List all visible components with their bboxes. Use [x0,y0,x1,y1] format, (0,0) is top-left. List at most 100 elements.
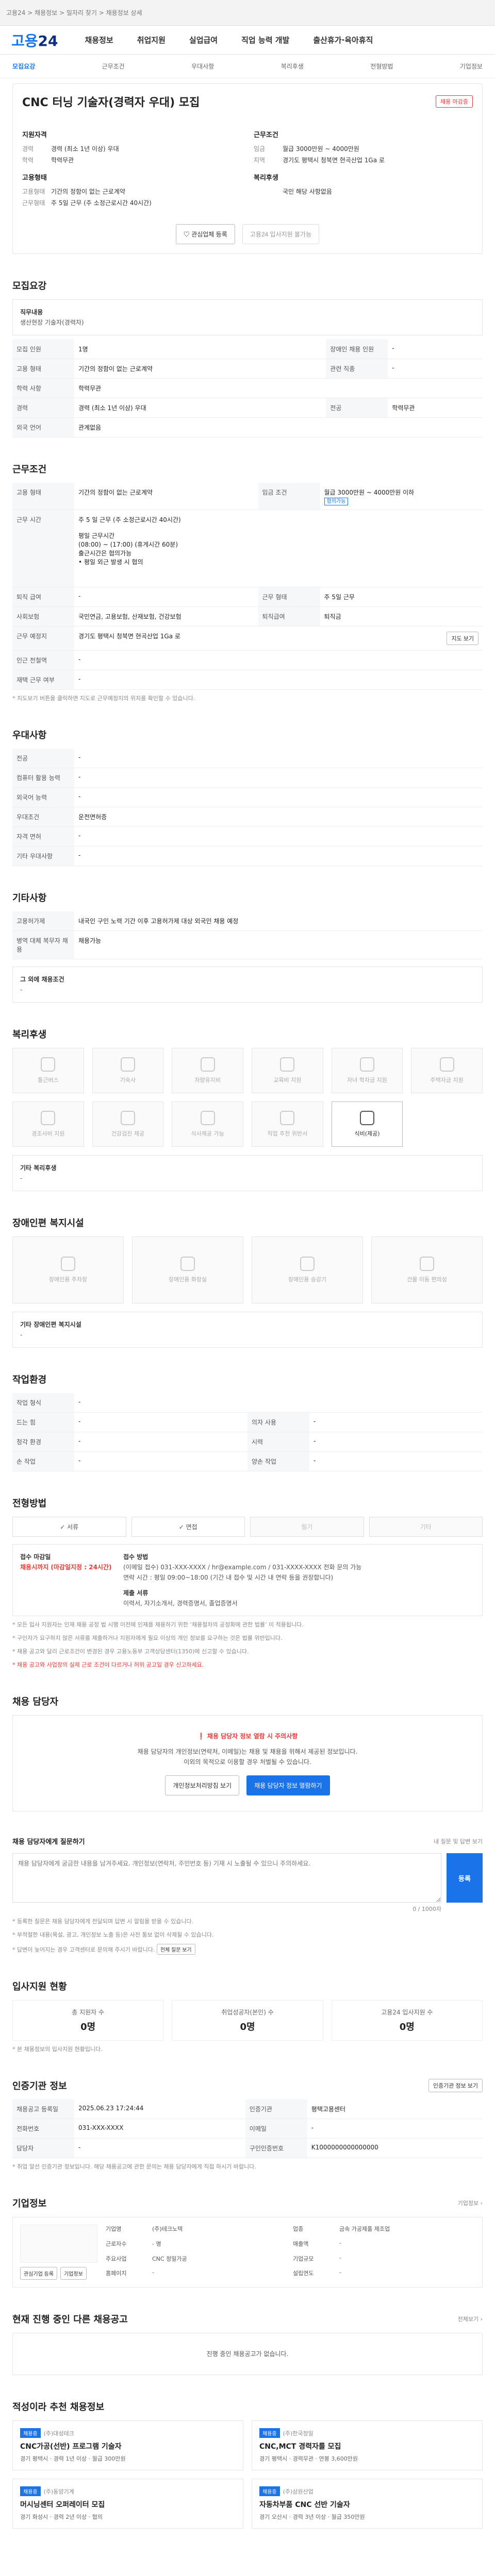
other-jobs-section: 현재 진행 중인 다른 채용공고 전체보기 › 진행 중인 채용공고가 없습니다… [12,2312,483,2375]
interest-button[interactable]: ♡ 관심업체 등록 [175,224,235,244]
company-section: 기업정보 기업정보 › 관심기업 등록 기업정보 기업명 (주)테크노텍 업종 금속… [12,2196,483,2287]
disability-item: 장애인용 화장실 [132,1236,243,1303]
dorm-icon [120,1057,135,1072]
recommend-card[interactable]: 채용중 (주)대성테크 CNC가공(선반) 프로그램 기술자 경기 평택시 · 경… [12,2420,243,2470]
company-logo [20,2225,97,2263]
apply-button[interactable]: 고용24 입사지원 불가능 [242,224,320,244]
site-logo[interactable]: 고용24 [11,30,58,50]
view-contact-button[interactable]: 채용 담당자 정보 열람하기 [246,1775,330,1795]
qna-section: 채용 담당자에게 질문하기 내 질문 및 답변 보기 등록 0 / 1000자 … [12,1836,483,1955]
preference-table: 전공 - 컴퓨터 활용 능력 - 외국어 능력 - 우대조건 운전면허증 자격 면허 - … [12,749,483,866]
interest-company-button[interactable]: 관심기업 등록 [20,2267,57,2280]
preference-section: 우대사항 전공 - 컴퓨터 활용 능력 - 외국어 능력 - 우대조건 운전면허증 자격… [12,728,483,866]
tab-company[interactable]: 기업정보 [460,62,483,71]
gnb-item-training[interactable]: 직업 능력 개발 [241,35,289,45]
education-icon [280,1057,295,1072]
method-other: 기타 [369,1517,483,1537]
recruit-section: 모집요강 직무내용 생산현장 기술자(경력자) 모집 인원 1명 장애인 채용 인원… [12,279,483,437]
welfare-item: 주택자금 지원 [411,1048,483,1093]
car-icon [200,1057,215,1072]
tab-preference[interactable]: 우대사항 [191,62,214,71]
recruit-table: 모집 인원 1명 장애인 채용 인원 - 고용 형태 기간의 정함이 없는 근로계약 관련… [12,340,483,437]
disability-item: 장애인용 승강기 [252,1236,363,1303]
tab-process[interactable]: 전형방법 [370,62,393,71]
disability-item: 건물 이동 편의성 [371,1236,483,1303]
building-icon [420,1257,434,1271]
gnb-item-leave[interactable]: 출산휴가·육아휴직 [313,35,373,45]
etc-section: 기타사항 고용허가제 내국인 구인 노력 기간 이후 고용허가제 대상 외국인 채… [12,891,483,1003]
method-interview: ✓ 면접 [131,1517,245,1537]
summary-left: 지원자격 경력 경력 (최소 1년 이상) 우대 학력 학력무관 고용형태 고용형태… [22,131,152,207]
job-title: CNC 터닝 기술자(경력자 우대) 모집 [22,96,200,109]
heart-icon: ♡ [183,231,192,238]
disability-other-box: 기타 장애인편 복지시설 - [12,1312,483,1348]
manager-table: 채용공고 등록일 2025.06.23 17:24:44 인증기관 평택고용센터 전화… [12,2099,483,2158]
condition-table: 고용 형태 기간의 정함이 없는 근로계약 임금 조건 월급 3000만원 ~ 400… [12,483,483,690]
contact-section: 채용 담당자 ❗ 채용 담당자 정보 열람 시 주의사항 채용 담당자의 개인정… [12,1694,483,1811]
scholarship-icon [359,1057,374,1072]
stat-online-apply: 고용24 입사지원 수 0명 [331,2000,483,2041]
welfare-section: 복리후생 통근버스 기숙사 차량유지비 교육비 지원 자녀 학자금 지원 주택자… [12,1027,483,1191]
summary-right: 근무조건 임금 월급 3000만원 ~ 4000만원 지역 경기도 평택시 청북면 … [254,131,385,195]
map-button[interactable]: 지도 보기 [447,632,478,645]
company-info-button[interactable]: 기업정보 [60,2267,87,2280]
food-icon [359,1111,374,1125]
recommend-card[interactable]: 채용중 (주)동양기계 머시닝센터 오퍼레이터 모집 경기 화성시 · 경력 2년… [12,2479,243,2529]
welfare-grid: 통근버스 기숙사 차량유지비 교육비 지원 자녀 학자금 지원 주택자금 지원 … [12,1048,483,1147]
apply-info-box: 접수 마감일 채용시까지 (마감일지정 : 24시간) 접수 방법 (이메일 접… [12,1544,483,1616]
global-nav: 고용24 채용정보 취업지원 실업급여 직업 능력 개발 출산휴가·육아휴직 [0,26,495,55]
stat-total-applicants: 총 지원자 수 0명 [12,2000,164,2041]
other-jobs-empty: 진행 중인 채용공고가 없습니다. [12,2333,483,2375]
welfare-item: 식사제공 가능 [172,1101,243,1147]
disability-section: 장애인편 복지시설 장애인용 주차장 장애인용 화장실 장애인용 승강기 건물 … [12,1216,483,1348]
all-questions-button[interactable]: 전체 질문 보기 [156,1944,195,1955]
question-input[interactable] [12,1853,441,1903]
status-badge: 채용 마감중 [435,95,473,108]
section-tabs: 모집요강 근무조건 우대사항 복리후생 전형방법 기업정보 [0,55,495,78]
parking-icon [61,1257,75,1271]
house-icon [439,1057,454,1072]
recommend-card[interactable]: 채용중 (주)삼원산업 자동차부품 CNC 선반 기술자 경기 오산시 · 경력 … [252,2479,483,2529]
disability-item: 장애인용 주차장 [12,1236,124,1303]
condition-section: 근무조건 고용 형태 기간의 정함이 없는 근로계약 임금 조건 월급 3000만원 … [12,462,483,703]
welfare-item-active: 식비(제공) [331,1101,403,1147]
welfare-item: 통근버스 [12,1048,84,1093]
gnb-item-jobs[interactable]: 채용정보 [85,35,113,45]
welfare-item: 경조사비 지원 [12,1101,84,1147]
gnb-item-support[interactable]: 취업지원 [137,35,166,45]
document-icon [280,1111,295,1125]
manager-info-button[interactable]: 인증기관 정보 보기 [428,2079,483,2092]
recommend-section: 적성이라 추천 채용정보 채용중 (주)대성테크 CNC가공(선반) 프로그램 기… [12,2400,483,2529]
welfare-item: 교육비 지원 [252,1048,323,1093]
job-summary-card: CNC 터닝 기술자(경력자 우대) 모집 채용 마감중 지원자격 경력 경력 (… [12,83,483,254]
meal-icon [200,1111,215,1125]
tab-welfare[interactable]: 복리후생 [281,62,304,71]
gnb-item-unemployment[interactable]: 실업급여 [189,35,218,45]
recommend-card[interactable]: 채용중 (주)한국정밀 CNC,MCT 경력자를 모집 경기 평택시 · 경력무관… [252,2420,483,2470]
check-icon: ✓ [178,1523,186,1531]
method-written: 필기 [250,1517,364,1537]
elevator-icon [300,1257,315,1271]
welfare-other-box: 기타 복리후생 - [12,1155,483,1191]
toilet-icon [180,1257,195,1271]
contact-box: ❗ 채용 담당자 정보 열람 시 주의사항 채용 담당자의 개인정보(연락처, … [12,1715,483,1811]
tab-recruit[interactable]: 모집요강 [12,62,35,71]
my-questions-link[interactable]: 내 질문 및 답변 보기 [434,1837,483,1845]
privacy-policy-button[interactable]: 개인정보처리방침 보기 [165,1775,240,1795]
status-section: 입사지원 현황 총 지원자 수 0명 취업성공자(본인) 수 0명 고용24 입사지… [12,1979,483,2054]
tab-condition[interactable]: 근무조건 [102,62,125,71]
check-icon: ✓ [60,1523,68,1531]
gift-icon [41,1111,56,1125]
welfare-item: 기숙사 [92,1048,164,1093]
company-more-link[interactable]: 기업정보 › [458,2199,483,2207]
work-env-section: 작업환경 작업 형식 - 드는 힘 - 의자 사용 - 청각 환경 - 시력 - 손 작업 - 양… [12,1372,483,1471]
window-titlebar: 고용24 > 채용정보 > 일자리 찾기 > 채용정보 상세 [0,0,495,26]
other-jobs-link[interactable]: 전체보기 › [458,2315,483,2323]
health-icon [120,1111,135,1125]
welfare-item: 자녀 학자금 지원 [331,1048,403,1093]
submit-question-button[interactable]: 등록 [447,1853,483,1903]
work-env-table: 작업 형식 - 드는 힘 - 의자 사용 - 청각 환경 - 시력 - 손 작업 - 양손 작업 - [12,1393,483,1471]
welfare-item: 직업 추천 위반서 [252,1101,323,1147]
char-counter: 0 / 1000자 [412,1906,441,1912]
company-info: 기업명 (주)테크노텍 업종 금속 가공제품 제조업 근로자수 - 명 매출액 - 주요… [106,2226,390,2277]
